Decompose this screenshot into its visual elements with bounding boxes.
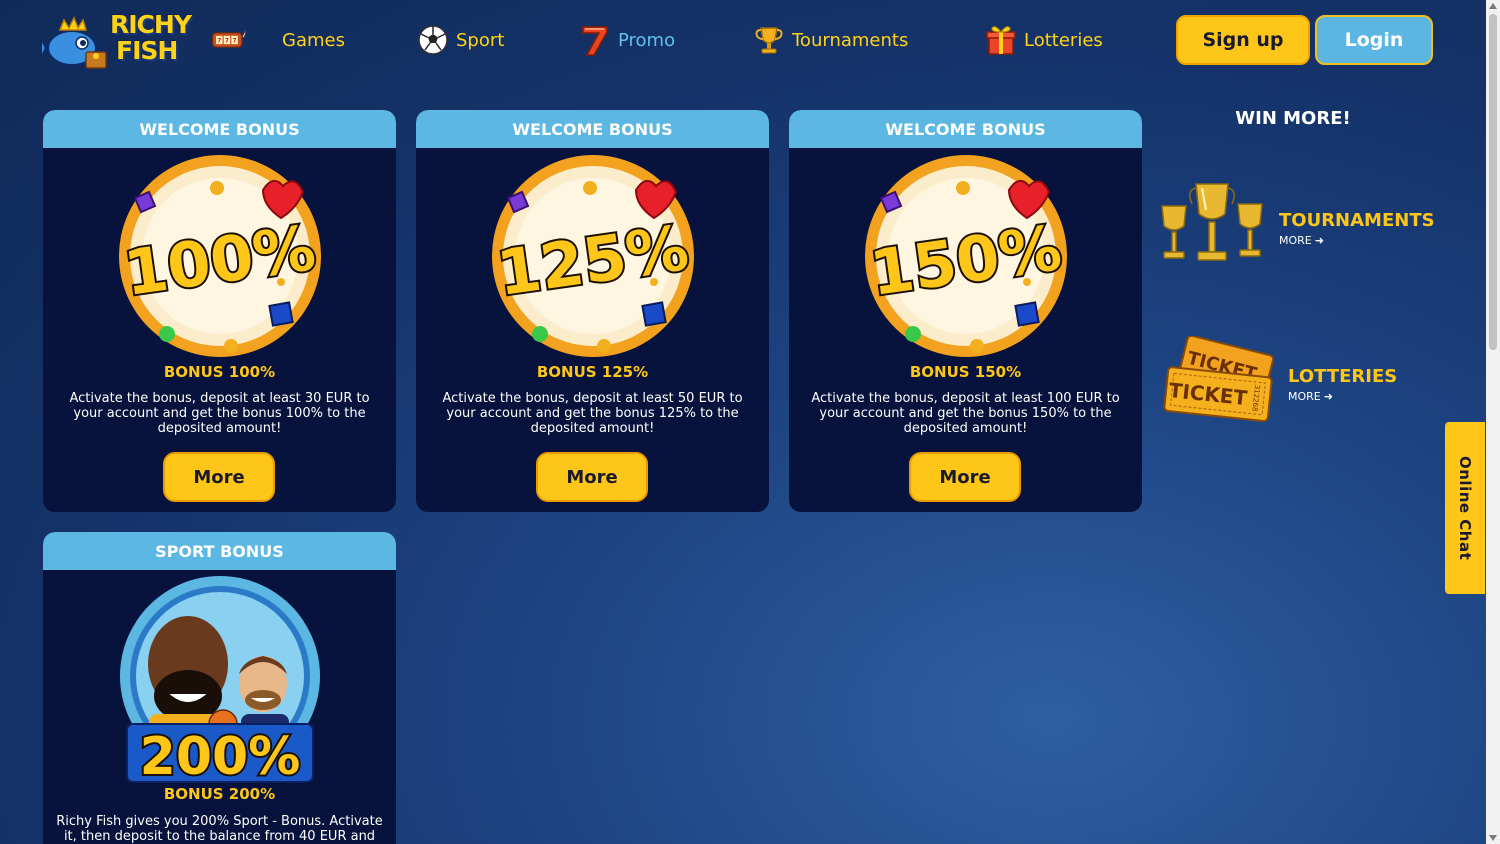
card-header: SPORT BONUS [43,532,396,570]
nav-sport-label: Sport [456,29,505,51]
card-description: Activate the bonus, deposit at least 100… [811,391,1120,436]
card-description: Activate the bonus, deposit at least 50 … [442,391,743,436]
tournaments-tile[interactable]: TOURNAMENTS MORE ➜ [1158,180,1458,272]
svg-text:7: 7 [225,38,229,44]
bonus-card-150: WELCOME BONUS 150% BONUS 150% Activate t… [789,110,1142,512]
more-button[interactable]: More [536,452,648,502]
slot-machine-icon: 7 7 7 [212,23,246,57]
svg-text:7: 7 [217,38,221,44]
bonus-card-100: WELCOME BONUS 100% BONUS 100% Activate t… [43,110,396,512]
trophy-icon [752,23,786,57]
card-description: Activate the bonus, deposit at least 30 … [69,391,370,436]
card-header: WELCOME BONUS [416,110,769,148]
lotteries-tile[interactable]: TICKET TICKET 312268 LOTTERIES MORE ➜ [1162,336,1462,426]
nav-promo-label: Promo [618,29,676,51]
card-title: BONUS 150% [909,363,1022,381]
svg-text:7: 7 [233,38,237,44]
card-title: BONUS 200% [163,785,276,803]
tournaments-title: TOURNAMENTS [1279,210,1435,231]
card-description: Richy Fish gives you 200% Sport - Bonus.… [56,814,383,844]
lotteries-more-link[interactable]: MORE ➜ [1288,390,1397,403]
lotteries-title: LOTTERIES [1288,366,1398,387]
nav-lotteries[interactable]: Lotteries [984,22,1103,58]
scroll-down-arrow-icon[interactable] [1489,835,1497,841]
gift-box-icon [984,23,1018,57]
nav-sport[interactable]: Sport [416,22,504,58]
scroll-up-arrow-icon[interactable] [1489,3,1497,9]
fish-mascot-icon [42,16,107,69]
page-scrollbar[interactable] [1486,0,1500,844]
arrow-right-icon: ➜ [1323,390,1333,403]
svg-text:200%: 200% [140,727,301,786]
signup-button[interactable]: Sign up [1176,15,1310,65]
bonus-card-125: WELCOME BONUS 125% BONUS 125% Activate t… [416,110,769,512]
bonus-coin-badge-icon: 150% [864,155,1068,357]
card-title: BONUS 125% [536,363,649,381]
online-chat-label: Online Chat [1456,455,1474,561]
nav-games[interactable]: 7 7 7 Games [212,22,345,58]
sport-players-badge-icon: 200% [120,576,320,786]
tournaments-more-link[interactable]: MORE ➜ [1279,234,1435,247]
nav-promo[interactable]: Promo [578,22,675,58]
more-button[interactable]: More [163,452,275,502]
richy-fish-logo[interactable]: RICHY FISH [42,10,194,70]
more-button[interactable]: More [909,452,1021,502]
nav-tournaments-label: Tournaments [792,29,909,51]
more-label: MORE [1279,234,1312,247]
online-chat-button[interactable]: Online Chat [1445,422,1485,594]
login-button[interactable]: Login [1315,15,1433,65]
more-label: MORE [1288,390,1321,403]
tickets-icon: TICKET TICKET 312268 [1163,336,1275,423]
card-header: WELCOME BONUS [43,110,396,148]
bonus-coin-badge-icon: 125% [491,155,695,357]
bonus-coin-badge-icon: 100% [118,155,322,357]
card-title: BONUS 100% [163,363,276,381]
card-header: WELCOME BONUS [789,110,1142,148]
trophies-icon [1161,183,1263,261]
win-more-heading: WIN MORE! [1235,108,1351,129]
nav-games-label: Games [282,29,345,51]
nav-tournaments[interactable]: Tournaments [752,22,908,58]
nav-lotteries-label: Lotteries [1024,29,1103,51]
soccer-ball-icon [416,23,450,57]
scrollbar-thumb[interactable] [1489,14,1497,350]
bonus-card-sport-200: SPORT BONUS 200% BONUS 200% Richy Fish g… [43,532,396,844]
lucky-seven-icon [578,23,612,57]
arrow-right-icon: ➜ [1314,234,1324,247]
logo-wordmark: RICHY FISH [110,10,192,65]
site-header: RICHY FISH 7 7 7 Games Sport Promo Tourn… [0,0,1500,84]
